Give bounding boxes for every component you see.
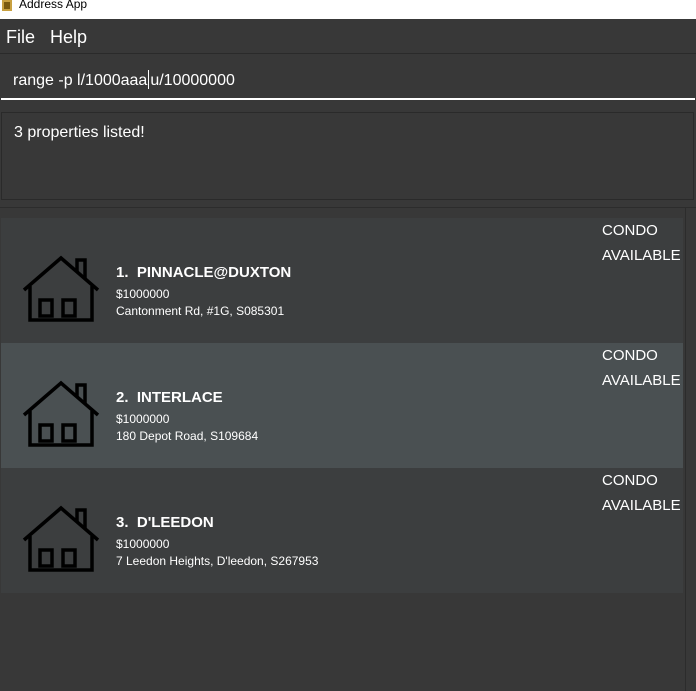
menu-help[interactable]: Help <box>50 27 87 47</box>
property-name: 2. INTERLACE <box>116 389 223 406</box>
result-message: 3 properties listed! <box>14 124 145 141</box>
property-address: Cantonment Rd, #1G, S085301 <box>116 304 285 318</box>
property-address: 7 Leedon Heights, D'leedon, S267953 <box>116 554 319 568</box>
title-bar: Address App <box>0 0 696 19</box>
property-type-tag: CONDO <box>602 222 658 239</box>
property-status-tag: AVAILABLE <box>602 372 681 389</box>
command-input[interactable]: range -p l/1000aaa u/10000000 <box>1 60 695 100</box>
house-icon <box>22 255 100 322</box>
property-name: 1. PINNACLE@DUXTON <box>116 264 292 281</box>
menu-file[interactable]: File <box>6 27 35 47</box>
property-price: $1000000 <box>116 412 170 426</box>
property-price: $1000000 <box>116 287 170 301</box>
menu-bar: File Help <box>0 19 696 53</box>
menu-divider <box>0 53 696 54</box>
house-icon <box>22 380 100 447</box>
property-card[interactable]: 1. PINNACLE@DUXTON $1000000 Cantonment R… <box>1 218 683 343</box>
property-type-tag: CONDO <box>602 472 658 489</box>
result-display: 3 properties listed! <box>1 112 694 200</box>
scrollbar-track[interactable] <box>685 208 695 691</box>
property-status-tag: AVAILABLE <box>602 247 681 264</box>
command-text-before-caret: range -p l/1000aaa <box>13 72 148 89</box>
list-scrollbar[interactable] <box>684 208 696 691</box>
property-list-panel: 1. PINNACLE@DUXTON $1000000 Cantonment R… <box>0 207 696 691</box>
property-list: 1. PINNACLE@DUXTON $1000000 Cantonment R… <box>1 218 683 593</box>
command-text-after-caret: u/10000000 <box>150 72 235 89</box>
property-address: 180 Depot Road, S109684 <box>116 429 259 443</box>
property-price: $1000000 <box>116 537 170 551</box>
property-status-tag: AVAILABLE <box>602 497 681 514</box>
property-card-selected[interactable]: 2. INTERLACE $1000000 180 Depot Road, S1… <box>1 343 683 468</box>
app-icon <box>2 0 12 11</box>
window-title: Address App <box>19 0 88 11</box>
property-name: 3. D'LEEDON <box>116 514 214 531</box>
house-icon <box>22 505 100 572</box>
property-card[interactable]: 3. D'LEEDON $1000000 7 Leedon Heights, D… <box>1 468 683 593</box>
property-type-tag: CONDO <box>602 347 658 364</box>
command-text: range -p l/1000aaa u/10000000 <box>13 70 235 91</box>
